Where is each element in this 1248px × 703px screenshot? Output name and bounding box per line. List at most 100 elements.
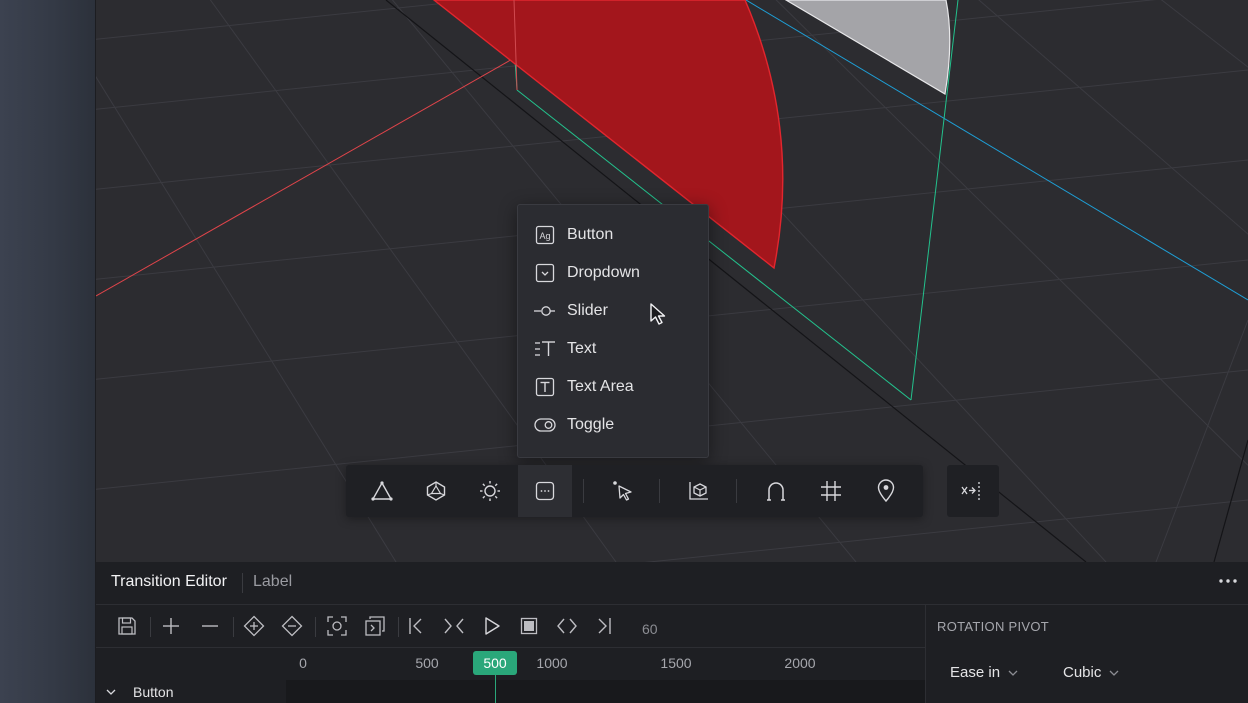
grid-icon [821,481,841,501]
ruler-tick-label: 0 [299,655,307,671]
focus-button[interactable] [323,612,351,640]
skip-start-icon [409,618,422,634]
components-tool-button[interactable] [518,465,572,517]
stop-button[interactable] [515,612,543,640]
toolbar-divider [659,479,660,503]
location-pin-icon [877,479,895,503]
save-button[interactable] [113,612,141,640]
button-component-icon: Ag [534,224,556,246]
remove-diamond-keyframe-button[interactable] [278,612,306,640]
shape-triangle-icon [371,481,393,501]
timeline-track-row[interactable]: Button [96,680,925,703]
add-component-menu: Ag Button Dropdown Slider Text Text Area… [517,204,709,458]
mesh-tool-button[interactable] [409,465,463,517]
more-options-icon[interactable] [1217,570,1239,592]
play-icon [485,617,500,635]
focus-target-icon [327,616,347,636]
magnet-snap-icon [767,482,785,501]
remove-keyframe-button[interactable] [196,612,224,640]
skip-to-start-button[interactable] [402,612,430,640]
components-icon [535,481,555,501]
polyhedron-icon [426,481,446,501]
shape-tool-button[interactable] [355,465,409,517]
chevron-down-icon[interactable] [105,686,117,698]
timeline-ruler[interactable]: 0 500 1000 1500 2000 500 [96,648,925,679]
menu-item-label: Button [567,226,614,243]
toolbar-divider [736,479,737,503]
next-keyframe-button[interactable] [553,612,581,640]
menu-item-button[interactable]: Ag Button [518,218,708,252]
menu-item-dropdown[interactable]: Dropdown [518,256,708,290]
curve-select-value: Cubic [1063,664,1102,681]
add-keyframe-button[interactable] [157,612,185,640]
frame-export-icon [365,616,385,636]
tab-label[interactable]: Label [253,573,292,591]
previous-keyframe-button[interactable] [440,612,468,640]
select-pointer-icon [613,481,632,501]
menu-item-label: Text Area [567,378,634,395]
chevron-down-icon [1109,670,1119,676]
light-tool-button[interactable] [463,465,517,517]
plus-icon [163,618,179,634]
slider-component-icon [534,300,556,322]
pin-tool-button[interactable] [859,465,913,517]
skip-to-end-button[interactable] [590,612,618,640]
controls-divider [315,617,316,637]
frame-rate-value: 60 [642,621,658,637]
scene-toolbar [346,465,923,517]
save-icon [118,617,136,635]
menu-item-text-area[interactable]: Text Area [518,370,708,404]
track-name: Button [133,684,174,700]
controls-divider [150,617,151,637]
transition-editor-panel: Transition Editor Label 60 0 500 1000 15… [96,562,1248,703]
frame-export-button[interactable] [361,612,389,640]
menu-item-toggle[interactable]: Toggle [518,408,708,442]
toolbar-divider [583,479,584,503]
rotation-pivot-panel: ROTATION PIVOT Ease in Cubic [925,605,1248,703]
skip-end-icon [598,618,611,634]
expand-arrows-icon [557,618,577,634]
toggle-component-icon [534,414,556,436]
collapse-panel-icon [961,482,980,500]
menu-item-label: Slider [567,302,608,319]
stop-icon [520,617,538,635]
mouse-cursor-icon [650,303,670,332]
diamond-minus-icon [281,615,303,637]
ruler-tick-label: 2000 [784,655,816,671]
transition-controls: 60 [96,605,925,648]
menu-item-label: Dropdown [567,264,640,281]
track-keyframe-area[interactable] [286,680,925,703]
curve-select[interactable]: Cubic [1063,664,1119,681]
collapse-toolbar-button[interactable] [947,465,999,517]
left-sidebar-strip [0,0,96,703]
controls-divider [398,617,399,637]
grid-tool-button[interactable] [804,465,858,517]
collapse-arrows-icon [444,618,464,634]
transform-box-icon [689,482,708,500]
playhead-line [495,675,496,703]
tab-transition-editor[interactable]: Transition Editor [111,573,227,591]
menu-item-label: Text [567,340,597,357]
play-button[interactable] [478,612,506,640]
panel-tabs: Transition Editor Label [96,562,1248,605]
text-area-component-icon [534,376,556,398]
easing-select-value: Ease in [950,664,1001,681]
ruler-tick-label: 500 [415,655,439,671]
menu-item-text[interactable]: Text [518,332,708,366]
text-component-icon [534,338,556,360]
tab-divider [242,573,243,593]
chevron-down-icon [1008,670,1018,676]
playhead-badge[interactable]: 500 [473,651,517,675]
select-tool-button[interactable] [596,465,650,517]
transform-tool-button[interactable] [672,465,726,517]
grey-wedge-shape [784,0,951,95]
light-sun-icon [480,481,500,501]
panel-section-title: ROTATION PIVOT [937,619,1050,634]
controls-divider [233,617,234,637]
snap-tool-button[interactable] [749,465,803,517]
dropdown-component-icon [534,262,556,284]
add-diamond-keyframe-button[interactable] [240,612,268,640]
menu-item-slider[interactable]: Slider [518,294,708,328]
easing-select[interactable]: Ease in [950,664,1018,681]
minus-icon [202,625,218,627]
